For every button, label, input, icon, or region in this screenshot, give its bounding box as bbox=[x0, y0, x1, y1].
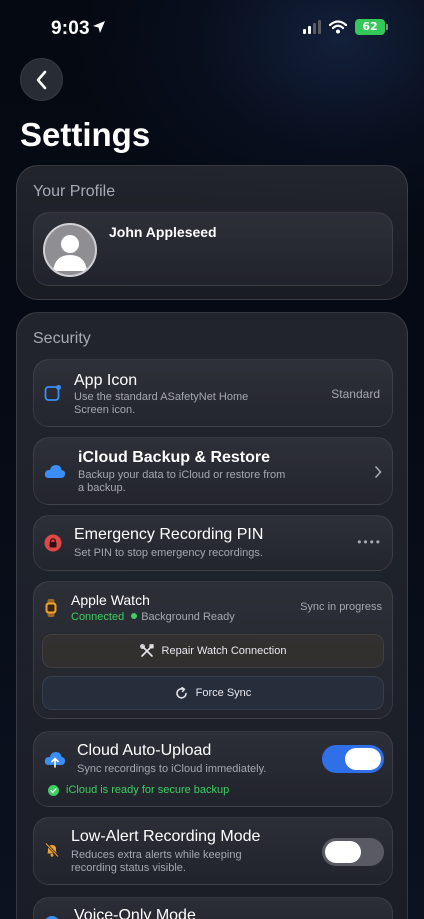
avatar bbox=[43, 223, 97, 277]
security-panel: Security App Icon Use the standard ASafe… bbox=[16, 312, 408, 919]
cloud-upload-subtitle: Sync recordings to iCloud immediately. bbox=[77, 763, 267, 775]
refresh-icon bbox=[175, 686, 187, 699]
profile-card[interactable]: John Appleseed bbox=[33, 212, 393, 286]
apple-watch-row: Apple Watch Connected Background Ready Sy… bbox=[33, 581, 393, 719]
app-icon-subtitle-1: Use the standard ASafetyNet Home bbox=[74, 391, 249, 403]
app-icon-square bbox=[44, 385, 61, 401]
location-arrow-icon bbox=[92, 20, 106, 39]
chevron-left-icon bbox=[36, 70, 46, 89]
low-alert-subtitle-1: Reduces extra alerts while keeping bbox=[71, 849, 242, 861]
signal-icon bbox=[303, 20, 321, 34]
repair-watch-button[interactable]: Repair Watch Connection bbox=[42, 634, 384, 668]
cloud-icon bbox=[44, 465, 66, 478]
icloud-backup-title: iCloud Backup & Restore bbox=[78, 449, 271, 466]
app-icon-subtitle-2: Screen icon. bbox=[74, 404, 136, 416]
emergency-pin-row[interactable]: Emergency Recording PIN Set PIN to stop … bbox=[33, 515, 393, 571]
app-icon-value: Standard bbox=[331, 387, 380, 401]
cloud-upload-row: Cloud Auto-Upload Sync recordings to iCl… bbox=[33, 731, 393, 807]
emergency-pin-subtitle: Set PIN to stop emergency recordings. bbox=[74, 547, 263, 559]
back-button[interactable] bbox=[20, 58, 63, 101]
battery-icon: 62 bbox=[355, 19, 388, 35]
profile-panel: Your Profile John Appleseed bbox=[16, 165, 408, 300]
cloud-upload-title: Cloud Auto-Upload bbox=[77, 742, 212, 759]
page-title: Settings bbox=[20, 116, 151, 153]
checkmark-circle-icon bbox=[48, 785, 59, 796]
battery-level: 62 bbox=[355, 19, 385, 35]
low-alert-toggle[interactable] bbox=[322, 838, 384, 866]
cloud-upload-toggle[interactable] bbox=[322, 745, 384, 773]
app-icon-title: App Icon bbox=[74, 372, 138, 389]
low-alert-title: Low-Alert Recording Mode bbox=[71, 828, 261, 845]
status-time: 9:03 bbox=[51, 18, 90, 39]
watch-connected-label: Connected bbox=[71, 611, 125, 623]
muted-bell-icon bbox=[45, 842, 59, 858]
watch-background-label: Background Ready bbox=[141, 611, 235, 623]
status-indicators: 62 bbox=[303, 19, 388, 35]
security-heading: Security bbox=[33, 330, 91, 347]
voice-only-title: Voice-Only Mode bbox=[74, 907, 196, 919]
icloud-backup-subtitle-2: a backup. bbox=[78, 482, 126, 494]
lock-icon bbox=[44, 534, 62, 552]
emergency-pin-title: Emergency Recording PIN bbox=[74, 526, 264, 543]
force-sync-label: Force Sync bbox=[195, 687, 252, 699]
tools-icon bbox=[139, 644, 154, 657]
cloud-upload-icon bbox=[44, 752, 66, 768]
profile-heading: Your Profile bbox=[33, 183, 116, 200]
repair-watch-label: Repair Watch Connection bbox=[161, 645, 287, 657]
profile-name: John Appleseed bbox=[109, 224, 217, 240]
emergency-pin-value: •••• bbox=[357, 535, 382, 549]
app-icon-row[interactable]: App Icon Use the standard ASafetyNet Hom… bbox=[33, 359, 393, 427]
person-icon bbox=[53, 235, 87, 271]
chevron-right-icon bbox=[375, 466, 382, 478]
icloud-ready-text: iCloud is ready for secure backup bbox=[66, 784, 230, 796]
icloud-backup-subtitle-1: Backup your data to iCloud or restore fr… bbox=[78, 469, 286, 481]
apple-watch-status-line: Connected Background Ready bbox=[71, 611, 235, 624]
low-alert-row: Low-Alert Recording Mode Reduces extra a… bbox=[33, 817, 393, 885]
voice-only-row[interactable]: Voice-Only Mode bbox=[33, 897, 393, 919]
watch-sync-status: Sync in progress bbox=[300, 601, 382, 613]
force-sync-button[interactable]: Force Sync bbox=[42, 676, 384, 710]
wifi-icon bbox=[329, 20, 347, 34]
low-alert-subtitle-2: recording status visible. bbox=[71, 862, 186, 874]
icloud-backup-row[interactable]: iCloud Backup & Restore Backup your data… bbox=[33, 437, 393, 505]
apple-watch-title: Apple Watch bbox=[71, 592, 150, 608]
watch-icon bbox=[45, 599, 57, 617]
